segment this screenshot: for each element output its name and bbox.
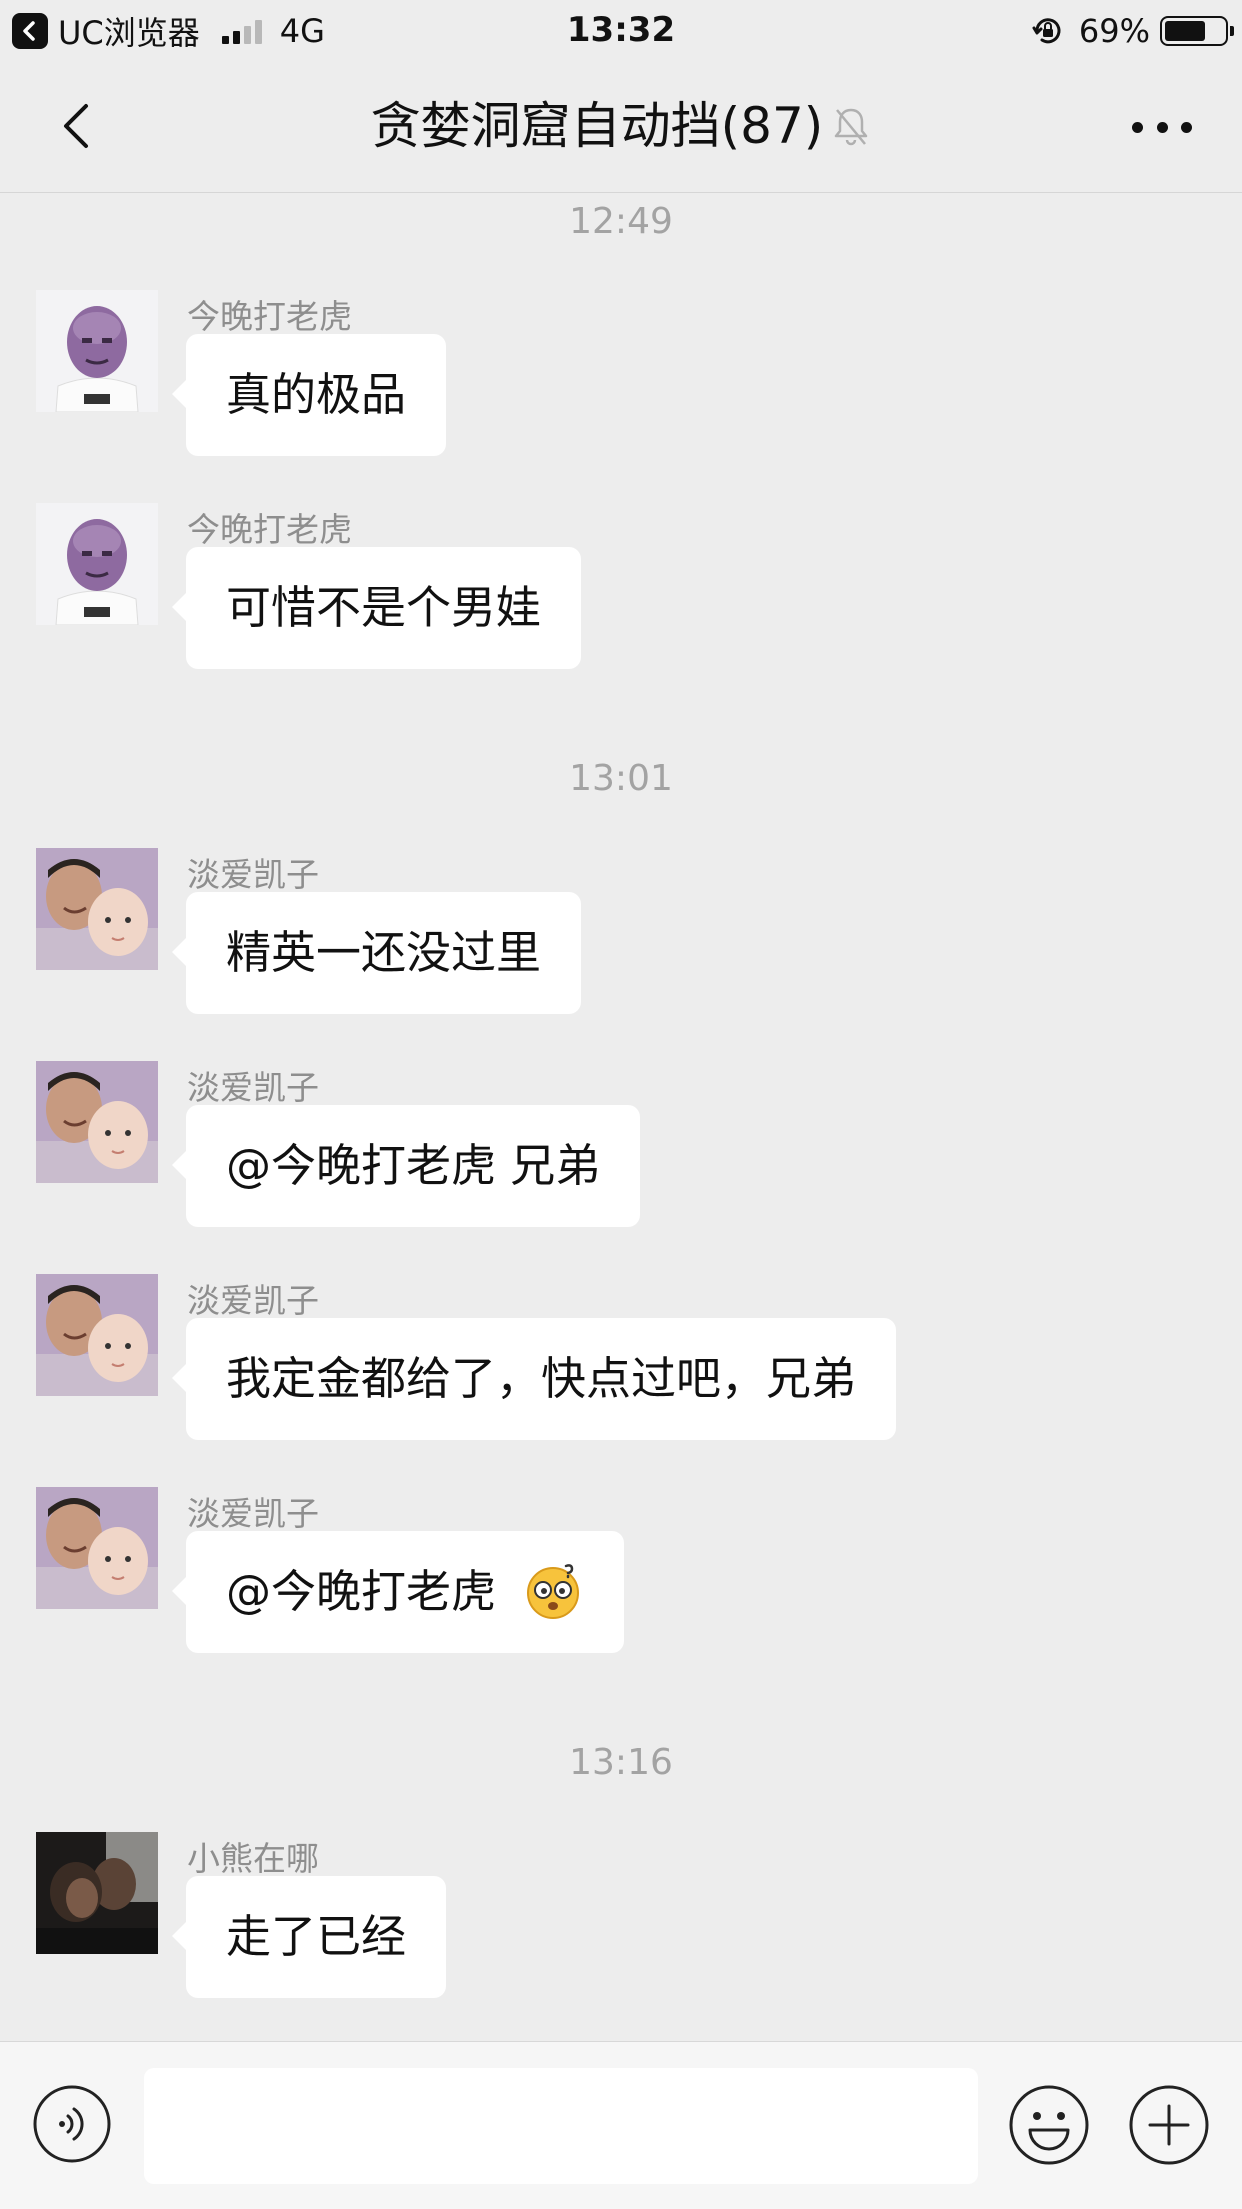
avatar[interactable]	[36, 1487, 158, 1609]
timestamp: 12:49	[569, 201, 673, 242]
father-baby-avatar	[36, 1274, 158, 1396]
avatar[interactable]	[36, 848, 158, 970]
avatar[interactable]	[36, 290, 158, 412]
message-bubble[interactable]: 走了已经	[171, 1876, 447, 1998]
status-right: 69%	[1031, 10, 1234, 52]
chat-title-text: 贪婪洞窟自动挡(87)	[370, 97, 824, 155]
status-bar: UC浏览器 4G 13:32 69%	[0, 0, 1242, 62]
timestamp: 13:16	[569, 1742, 673, 1783]
message-bubble[interactable]: @今晚打老虎 兄弟	[171, 1105, 641, 1227]
dark-photo-avatar	[36, 1832, 158, 1954]
sender-name: 小熊在哪	[187, 1839, 319, 1878]
battery-fill	[1165, 21, 1206, 41]
sender-name: 今晚打老虎	[187, 297, 352, 336]
dizzy-face-emoji	[527, 1564, 580, 1619]
rotation-lock-icon	[1032, 18, 1061, 44]
father-baby-avatar	[36, 1061, 158, 1183]
nav-bar: 贪婪洞窟自动挡(87)	[0, 62, 1242, 193]
more-dots-icon[interactable]	[1132, 102, 1192, 152]
sender-name: 淡爱凯子	[187, 855, 319, 894]
chat-title: 贪婪洞窟自动挡(87)	[0, 94, 1242, 158]
sender-name: 淡爱凯子	[187, 1494, 319, 1533]
message-bubble[interactable]: 我定金都给了，快点过吧，兄弟	[171, 1318, 897, 1440]
chat-area[interactable]: 12:49 今晚打老虎 真的极品 今晚打老虎 可惜不是个男娃 13:01 淡爱凯…	[0, 193, 1242, 2041]
father-baby-avatar	[36, 1487, 158, 1609]
thanos-mask-avatar	[36, 503, 158, 625]
message-input[interactable]	[144, 2068, 978, 2184]
avatar[interactable]	[36, 503, 158, 625]
avatar[interactable]	[36, 1061, 158, 1183]
battery-percent: 69%	[1078, 12, 1150, 50]
battery-icon	[1160, 16, 1234, 46]
message-bubble[interactable]: 精英一还没过里	[171, 892, 582, 1014]
message-bubble[interactable]: 真的极品	[171, 334, 447, 456]
bell-off-icon	[835, 108, 868, 146]
smiley-icon[interactable]	[1008, 2084, 1090, 2166]
thanos-mask-avatar	[36, 290, 158, 412]
father-baby-avatar	[36, 848, 158, 970]
sender-name: 淡爱凯子	[187, 1068, 319, 1107]
avatar[interactable]	[36, 1832, 158, 1954]
message-text: @今晚打老虎	[226, 1565, 497, 1618]
avatar[interactable]	[36, 1274, 158, 1396]
timestamp: 13:01	[569, 758, 673, 799]
message-bubble[interactable]: 可惜不是个男娃	[171, 547, 582, 669]
voice-icon[interactable]	[32, 2084, 112, 2164]
plus-icon[interactable]	[1128, 2084, 1210, 2166]
message-bubble[interactable]: @今晚打老虎	[171, 1531, 625, 1653]
input-bar	[0, 2041, 1242, 2209]
sender-name: 淡爱凯子	[187, 1281, 319, 1320]
sender-name: 今晚打老虎	[187, 510, 352, 549]
